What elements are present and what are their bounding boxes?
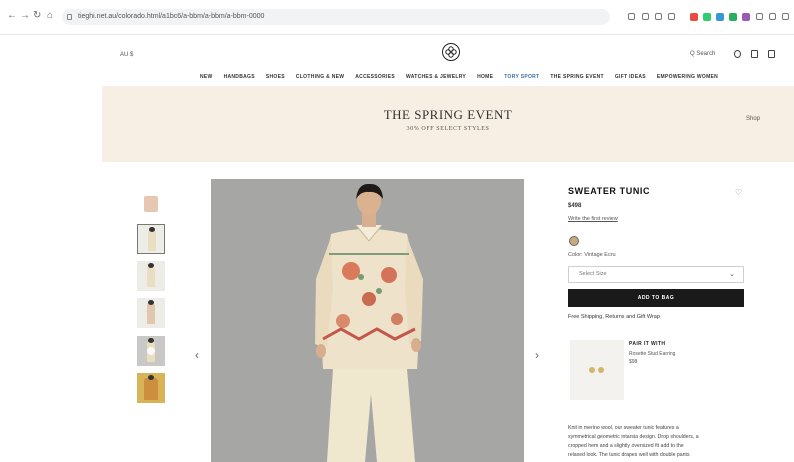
nav-item[interactable]: HOME <box>477 74 493 80</box>
nav-item[interactable]: EMPOWERING WOMEN <box>657 74 718 80</box>
chevron-down-icon: ⌄ <box>729 271 735 278</box>
extension-blue-icon[interactable] <box>716 13 724 21</box>
description-line: cropped hem and a slightly oversized fit… <box>568 443 684 449</box>
product-thumbnail-selected[interactable] <box>137 224 165 254</box>
write-review-link[interactable]: Write the first review <box>568 216 618 222</box>
banner-shop-link[interactable]: Shop <box>746 116 760 122</box>
model-photo <box>211 179 524 462</box>
locale-selector[interactable]: AU $ <box>120 52 133 58</box>
wishlist-icon[interactable] <box>751 50 758 58</box>
reload-icon[interactable]: ↻ <box>33 11 41 21</box>
color-label: Color: Vintage Ecru <box>568 252 616 258</box>
pair-product-name[interactable]: Rosette Stud Earring <box>629 351 675 357</box>
prev-image-arrow-icon[interactable]: ‹ <box>195 348 199 362</box>
search-link[interactable]: Q Search <box>690 51 715 57</box>
extension-green-icon[interactable] <box>703 13 711 21</box>
share-icon[interactable] <box>655 13 662 20</box>
extension-purple-icon[interactable] <box>742 13 750 21</box>
thumbnail-head <box>148 300 154 305</box>
pair-product-price: $98 <box>629 359 638 365</box>
description-line: symmetrical geometric intarsia design. D… <box>568 434 699 440</box>
account-icon[interactable] <box>734 50 741 58</box>
earring-image <box>589 367 595 373</box>
nav-item-active[interactable]: TORY SPORT <box>504 74 539 80</box>
thumbnail-image <box>144 378 158 400</box>
size-select-placeholder: Select Size <box>579 271 607 277</box>
browser-toolbar: ← → ↻ ⌂ tieghi.net.au/colorado.html/a1bc… <box>0 0 794 35</box>
nav-item[interactable]: HANDBAGS <box>224 74 255 80</box>
shipping-info: Free Shipping, Returns and Gift Wrap <box>568 314 660 320</box>
thumbnail-head <box>149 227 155 232</box>
address-bar[interactable]: tieghi.net.au/colorado.html/a1bc6/a-bbm/… <box>62 9 610 25</box>
next-image-arrow-icon[interactable]: › <box>535 348 539 362</box>
product-thumbnail[interactable] <box>137 373 165 403</box>
nav-item[interactable]: ACCESSORIES <box>355 74 395 80</box>
nav-item[interactable]: GIFT IDEAS <box>615 74 646 80</box>
thumbnail-head <box>148 375 154 380</box>
extension-red-icon[interactable] <box>690 13 698 21</box>
star-icon[interactable] <box>668 13 675 20</box>
thumbnail-image <box>147 303 155 324</box>
size-select[interactable]: Select Size ⌄ <box>568 266 744 283</box>
play-icon <box>147 347 155 355</box>
wishlist-heart-icon[interactable]: ♡ <box>735 188 742 197</box>
extension-green2-icon[interactable] <box>729 13 737 21</box>
earring-image <box>598 367 604 373</box>
promo-banner[interactable]: THE SPRING EVENT 30% OFF SELECT STYLES S… <box>102 86 794 162</box>
home-icon[interactable]: ⌂ <box>47 11 53 21</box>
product-price: $498 <box>568 203 582 209</box>
brand-logo-icon[interactable] <box>442 43 460 61</box>
nav-item[interactable]: NEW <box>200 74 213 80</box>
banner-title: THE SPRING EVENT <box>383 107 513 122</box>
nav-item[interactable]: CLOTHING & NEW <box>296 74 344 80</box>
thumbnail-image <box>147 266 155 287</box>
lock-icon <box>67 14 72 20</box>
description-line: Knit in merino wool, our sweater tunic f… <box>568 425 679 431</box>
color-swatch[interactable] <box>569 236 579 246</box>
thumbnail-image <box>144 196 158 212</box>
product-thumbnail[interactable] <box>137 298 165 328</box>
product-main-image[interactable] <box>211 179 524 462</box>
product-thumbnail-video[interactable] <box>137 336 165 366</box>
menu-icon[interactable] <box>782 13 789 20</box>
puzzle-icon[interactable] <box>756 13 763 20</box>
pair-product-image[interactable] <box>570 340 624 400</box>
address-bar-url: tieghi.net.au/colorado.html/a1bc6/a-bbm/… <box>78 13 265 20</box>
nav-item[interactable]: SHOES <box>266 74 285 80</box>
product-title: SWEATER TUNIC <box>568 186 651 196</box>
product-thumbnail[interactable] <box>137 261 165 291</box>
thumbnail-head <box>148 263 154 268</box>
nav-item[interactable]: WATCHES & JEWELRY <box>406 74 466 80</box>
bookmark-icon[interactable] <box>642 13 649 20</box>
cast-icon[interactable] <box>628 13 635 20</box>
forward-icon[interactable]: → <box>20 11 30 21</box>
add-to-bag-button[interactable]: ADD TO BAG <box>568 289 744 307</box>
bag-icon[interactable] <box>768 50 775 58</box>
description-line: relaxed look. The tunic drapes well with… <box>568 452 690 458</box>
nav-item[interactable]: THE SPRING EVENT <box>550 74 603 80</box>
back-icon[interactable]: ← <box>7 11 17 21</box>
thumbnail-image <box>148 230 156 251</box>
banner-subtitle: 30% OFF SELECT STYLES <box>406 126 490 132</box>
sidebar-icon[interactable] <box>769 13 776 20</box>
product-thumbnail[interactable] <box>137 187 165 217</box>
pair-it-with-heading: PAIR IT WITH <box>629 341 666 347</box>
product-description: Knit in merino wool, our sweater tunic f… <box>568 424 748 460</box>
thumbnail-head <box>148 338 154 343</box>
main-navigation: NEW HANDBAGS SHOES CLOTHING & NEW ACCESS… <box>200 74 720 80</box>
